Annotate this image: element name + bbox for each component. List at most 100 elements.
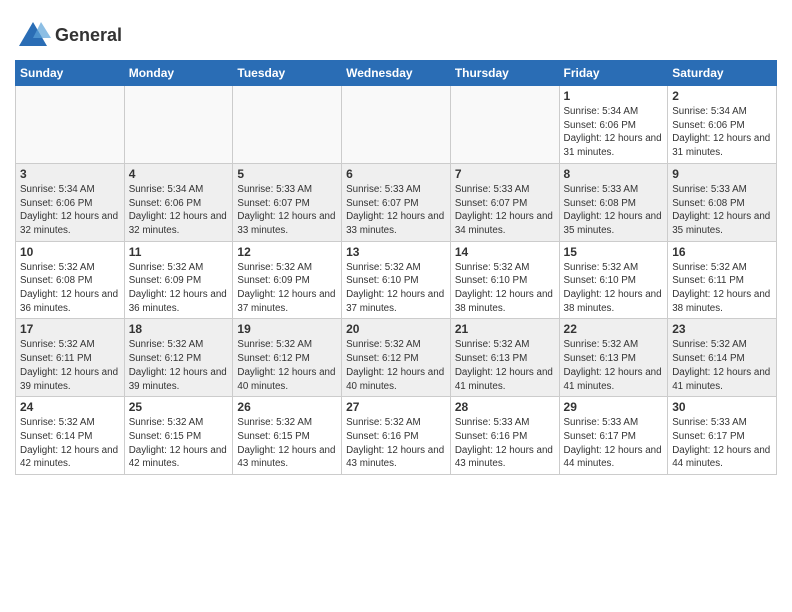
day-info: Sunrise: 5:32 AMSunset: 6:13 PMDaylight:… — [564, 338, 664, 393]
day-info: Sunrise: 5:32 AMSunset: 6:16 PMDaylight:… — [346, 416, 446, 471]
calendar-cell: 21Sunrise: 5:32 AMSunset: 6:13 PMDayligh… — [450, 319, 559, 397]
calendar-cell: 28 Sunrise: 5:33 AMSunset: 6:16 PMDayligh… — [450, 397, 559, 475]
calendar-cell: 8 Sunrise: 5:33 AMSunset: 6:08 PMDaylight… — [559, 163, 668, 241]
weekday-header: Wednesday — [342, 61, 451, 86]
day-number: 7 — [455, 167, 555, 181]
calendar-cell: 18 Sunrise: 5:32 AMSunset: 6:12 PMDayligh… — [124, 319, 233, 397]
calendar-week-row: 10 Sunrise: 5:32 AMSunset: 6:08 PMDayligh… — [16, 241, 777, 319]
calendar-cell — [233, 86, 342, 164]
calendar-cell — [342, 86, 451, 164]
day-number: 15 — [564, 245, 664, 259]
calendar-cell: 9 Sunrise: 5:33 AMSunset: 6:08 PMDaylight… — [668, 163, 777, 241]
day-info: Sunrise: 5:33 AMSunset: 6:17 PMDaylight:… — [564, 416, 664, 471]
calendar-cell: 26Sunrise: 5:32 AMSunset: 6:15 PMDayligh… — [233, 397, 342, 475]
day-info: Sunrise: 5:32 AMSunset: 6:09 PMDaylight:… — [237, 261, 337, 316]
day-number: 21 — [455, 322, 555, 336]
day-number: 5 — [237, 167, 337, 181]
calendar: SundayMondayTuesdayWednesdayThursdayFrid… — [15, 60, 777, 475]
weekday-header: Monday — [124, 61, 233, 86]
day-info: Sunrise: 5:33 AMSunset: 6:16 PMDaylight:… — [455, 416, 555, 471]
weekday-header: Friday — [559, 61, 668, 86]
weekday-header: Tuesday — [233, 61, 342, 86]
calendar-cell: 25 Sunrise: 5:32 AMSunset: 6:15 PMDayligh… — [124, 397, 233, 475]
day-number: 4 — [129, 167, 229, 181]
calendar-cell: 2Sunrise: 5:34 AMSunset: 6:06 PMDaylight… — [668, 86, 777, 164]
calendar-cell: 11 Sunrise: 5:32 AMSunset: 6:09 PMDayligh… — [124, 241, 233, 319]
calendar-week-row: 24 Sunrise: 5:32 AMSunset: 6:14 PMDayligh… — [16, 397, 777, 475]
day-info: Sunrise: 5:32 AMSunset: 6:15 PMDaylight:… — [237, 416, 337, 471]
calendar-cell: 23 Sunrise: 5:32 AMSunset: 6:14 PMDayligh… — [668, 319, 777, 397]
day-number: 10 — [20, 245, 120, 259]
day-number: 17 — [20, 322, 120, 336]
day-number: 11 — [129, 245, 229, 259]
calendar-cell: 13Sunrise: 5:32 AMSunset: 6:10 PMDayligh… — [342, 241, 451, 319]
day-info: Sunrise: 5:33 AMSunset: 6:07 PMDaylight:… — [237, 183, 337, 238]
calendar-cell: 27 Sunrise: 5:32 AMSunset: 6:16 PMDayligh… — [342, 397, 451, 475]
day-number: 24 — [20, 400, 120, 414]
calendar-header-row: SundayMondayTuesdayWednesdayThursdayFrid… — [16, 61, 777, 86]
day-number: 6 — [346, 167, 446, 181]
weekday-header: Sunday — [16, 61, 125, 86]
day-info: Sunrise: 5:34 AMSunset: 6:06 PMDaylight:… — [20, 183, 120, 238]
day-info: Sunrise: 5:32 AMSunset: 6:10 PMDaylight:… — [455, 261, 555, 316]
calendar-week-row: 1 Sunrise: 5:34 AMSunset: 6:06 PMDaylight… — [16, 86, 777, 164]
calendar-cell: 14 Sunrise: 5:32 AMSunset: 6:10 PMDayligh… — [450, 241, 559, 319]
calendar-cell: 17 Sunrise: 5:32 AMSunset: 6:11 PMDayligh… — [16, 319, 125, 397]
day-info: Sunrise: 5:33 AMSunset: 6:08 PMDaylight:… — [564, 183, 664, 238]
day-info: Sunrise: 5:32 AMSunset: 6:10 PMDaylight:… — [564, 261, 664, 316]
calendar-cell: 1 Sunrise: 5:34 AMSunset: 6:06 PMDaylight… — [559, 86, 668, 164]
day-info: Sunrise: 5:32 AMSunset: 6:15 PMDaylight:… — [129, 416, 229, 471]
day-number: 8 — [564, 167, 664, 181]
day-number: 1 — [564, 89, 664, 103]
day-number: 12 — [237, 245, 337, 259]
page-header: General — [15, 10, 777, 54]
day-info: Sunrise: 5:32 AMSunset: 6:12 PMDaylight:… — [237, 338, 337, 393]
day-info: Sunrise: 5:34 AMSunset: 6:06 PMDaylight:… — [129, 183, 229, 238]
day-info: Sunrise: 5:32 AMSunset: 6:11 PMDaylight:… — [20, 338, 120, 393]
calendar-cell: 3 Sunrise: 5:34 AMSunset: 6:06 PMDaylight… — [16, 163, 125, 241]
day-number: 27 — [346, 400, 446, 414]
calendar-cell: 20 Sunrise: 5:32 AMSunset: 6:12 PMDayligh… — [342, 319, 451, 397]
day-info: Sunrise: 5:32 AMSunset: 6:14 PMDaylight:… — [672, 338, 772, 393]
weekday-header: Thursday — [450, 61, 559, 86]
day-number: 29 — [564, 400, 664, 414]
day-info: Sunrise: 5:32 AMSunset: 6:08 PMDaylight:… — [20, 261, 120, 316]
day-number: 18 — [129, 322, 229, 336]
calendar-cell: 29 Sunrise: 5:33 AMSunset: 6:17 PMDayligh… — [559, 397, 668, 475]
calendar-cell: 30Sunrise: 5:33 AMSunset: 6:17 PMDayligh… — [668, 397, 777, 475]
calendar-cell: 16Sunrise: 5:32 AMSunset: 6:11 PMDayligh… — [668, 241, 777, 319]
logo: General — [15, 18, 122, 54]
day-number: 20 — [346, 322, 446, 336]
calendar-cell: 24 Sunrise: 5:32 AMSunset: 6:14 PMDayligh… — [16, 397, 125, 475]
calendar-week-row: 17 Sunrise: 5:32 AMSunset: 6:11 PMDayligh… — [16, 319, 777, 397]
day-info: Sunrise: 5:32 AMSunset: 6:12 PMDaylight:… — [129, 338, 229, 393]
day-number: 3 — [20, 167, 120, 181]
calendar-cell: 12 Sunrise: 5:32 AMSunset: 6:09 PMDayligh… — [233, 241, 342, 319]
day-number: 30 — [672, 400, 772, 414]
day-info: Sunrise: 5:32 AMSunset: 6:14 PMDaylight:… — [20, 416, 120, 471]
day-number: 14 — [455, 245, 555, 259]
logo-text: General — [55, 26, 122, 46]
calendar-cell — [450, 86, 559, 164]
day-number: 9 — [672, 167, 772, 181]
day-info: Sunrise: 5:32 AMSunset: 6:09 PMDaylight:… — [129, 261, 229, 316]
day-info: Sunrise: 5:33 AMSunset: 6:08 PMDaylight:… — [672, 183, 772, 238]
calendar-cell: 6Sunrise: 5:33 AMSunset: 6:07 PMDaylight… — [342, 163, 451, 241]
day-number: 19 — [237, 322, 337, 336]
day-info: Sunrise: 5:33 AMSunset: 6:07 PMDaylight:… — [455, 183, 555, 238]
calendar-cell: 19 Sunrise: 5:32 AMSunset: 6:12 PMDayligh… — [233, 319, 342, 397]
day-number: 23 — [672, 322, 772, 336]
calendar-cell: 5 Sunrise: 5:33 AMSunset: 6:07 PMDaylight… — [233, 163, 342, 241]
day-number: 13 — [346, 245, 446, 259]
calendar-cell: 4 Sunrise: 5:34 AMSunset: 6:06 PMDaylight… — [124, 163, 233, 241]
day-info: Sunrise: 5:34 AMSunset: 6:06 PMDaylight:… — [672, 105, 772, 160]
day-number: 16 — [672, 245, 772, 259]
day-number: 25 — [129, 400, 229, 414]
day-number: 22 — [564, 322, 664, 336]
day-info: Sunrise: 5:32 AMSunset: 6:12 PMDaylight:… — [346, 338, 446, 393]
calendar-cell: 15 Sunrise: 5:32 AMSunset: 6:10 PMDayligh… — [559, 241, 668, 319]
day-number: 28 — [455, 400, 555, 414]
day-info: Sunrise: 5:34 AMSunset: 6:06 PMDaylight:… — [564, 105, 664, 160]
weekday-header: Saturday — [668, 61, 777, 86]
calendar-cell — [124, 86, 233, 164]
